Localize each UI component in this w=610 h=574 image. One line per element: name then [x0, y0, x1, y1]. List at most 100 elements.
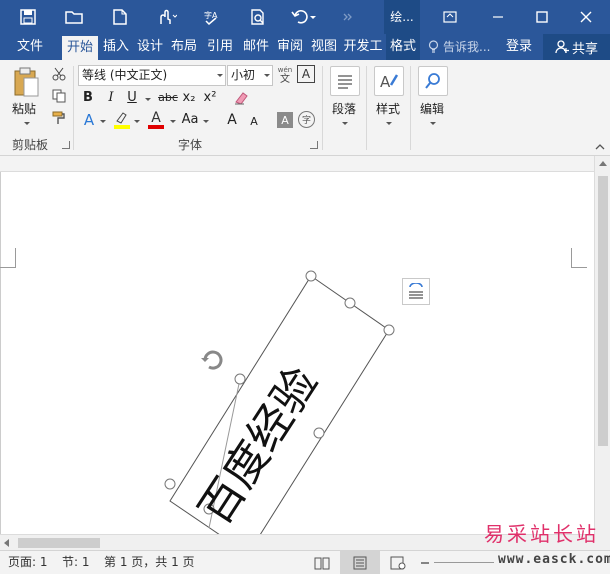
tab-design[interactable]: 设计: [134, 34, 166, 60]
horizontal-scroll-thumb[interactable]: [18, 538, 100, 548]
resize-handle-right-mid[interactable]: [313, 427, 325, 439]
superscript-button[interactable]: x²: [202, 88, 218, 108]
tab-references[interactable]: 引用: [202, 34, 238, 60]
font-launcher-icon[interactable]: [310, 141, 318, 149]
clear-formatting-icon[interactable]: [232, 89, 250, 107]
change-case-dropdown-icon[interactable]: [203, 120, 209, 123]
font-name-dropdown-icon[interactable]: [217, 74, 223, 77]
highlight-dropdown-icon[interactable]: [134, 120, 140, 123]
maximize-icon[interactable]: [522, 0, 562, 34]
subscript-button[interactable]: x₂: [181, 88, 197, 108]
print-layout-icon[interactable]: [340, 551, 380, 574]
status-page[interactable]: 页面: 1: [8, 551, 48, 574]
paste-label[interactable]: 粘贴: [12, 100, 36, 117]
paste-dropdown-icon[interactable]: [24, 122, 30, 125]
strikethrough-button[interactable]: abc: [157, 88, 179, 108]
underline-button[interactable]: U: [124, 88, 140, 108]
vertical-scroll-thumb[interactable]: [598, 176, 608, 446]
styles-dropdown-icon[interactable]: [386, 122, 392, 125]
tab-view[interactable]: 视图: [308, 34, 340, 60]
layout-options-icon[interactable]: [402, 278, 430, 305]
sign-in-link[interactable]: 登录: [506, 34, 532, 60]
tab-format[interactable]: 格式: [386, 34, 420, 60]
rotated-textbox[interactable]: 百度经验: [150, 262, 410, 534]
italic-button[interactable]: I: [104, 88, 118, 108]
font-size-value: 小初: [231, 68, 256, 82]
font-size-dropdown-icon[interactable]: [264, 74, 270, 77]
resize-handle-left[interactable]: [164, 478, 176, 490]
collapse-ribbon-icon[interactable]: [594, 142, 606, 152]
paragraph-dropdown-icon[interactable]: [342, 122, 348, 125]
font-name-combo[interactable]: 等线 (中文正文): [78, 65, 226, 86]
page-corner-mark-left: [0, 248, 16, 268]
tab-insert[interactable]: 插入: [100, 34, 132, 60]
context-tab-title[interactable]: 绘...: [384, 0, 420, 34]
rotate-handle-icon[interactable]: [201, 350, 223, 370]
zoom-slider[interactable]: [434, 562, 494, 563]
enclose-characters-button[interactable]: 字: [298, 111, 315, 128]
change-case-button[interactable]: Aa: [180, 110, 200, 130]
copy-icon[interactable]: [50, 88, 68, 104]
tab-home[interactable]: 开始: [62, 36, 98, 60]
tab-mailings[interactable]: 邮件: [240, 34, 272, 60]
character-shading-button[interactable]: A: [277, 112, 293, 128]
font-group-label: 字体: [178, 138, 203, 152]
shrink-font-button[interactable]: A: [248, 112, 260, 132]
tab-developer[interactable]: 开发工: [342, 34, 384, 60]
paragraph-button[interactable]: [330, 66, 360, 96]
textbox-text[interactable]: 百度经验: [190, 358, 329, 533]
resize-handle-left-mid[interactable]: [234, 373, 246, 385]
clipboard-launcher-icon[interactable]: [62, 141, 70, 149]
ribbon-display-icon[interactable]: [430, 0, 470, 34]
font-color-button[interactable]: A: [146, 110, 166, 130]
resize-handle-top-mid[interactable]: [344, 297, 356, 309]
status-page-count[interactable]: 第 1 页，共 1 页: [104, 551, 195, 574]
vertical-scrollbar[interactable]: [594, 156, 610, 534]
character-border-button[interactable]: A: [297, 65, 315, 83]
text-effects-dropdown-icon[interactable]: [100, 120, 106, 123]
share-label: 共享: [571, 41, 598, 57]
zoom-out-icon[interactable]: [418, 552, 432, 574]
grow-font-button[interactable]: A: [225, 110, 239, 130]
close-icon[interactable]: [566, 0, 606, 34]
scroll-left-icon[interactable]: [4, 539, 9, 547]
styles-label[interactable]: 样式: [376, 100, 400, 117]
tab-layout[interactable]: 布局: [168, 34, 200, 60]
save-icon[interactable]: [12, 0, 44, 34]
tab-file[interactable]: 文件: [6, 34, 54, 60]
bold-button[interactable]: B: [80, 88, 96, 108]
tell-me-placeholder: 告诉我...: [443, 40, 491, 54]
underline-dropdown-icon[interactable]: [145, 98, 151, 101]
new-document-icon[interactable]: [104, 0, 136, 34]
text-effects-button[interactable]: A: [80, 110, 98, 130]
status-section[interactable]: 节: 1: [62, 551, 90, 574]
paste-icon[interactable]: [8, 64, 44, 100]
editing-dropdown-icon[interactable]: [430, 122, 436, 125]
minimize-icon[interactable]: [478, 0, 518, 34]
font-color-dropdown-icon[interactable]: [170, 120, 176, 123]
resize-handle-right[interactable]: [383, 324, 395, 336]
highlight-color-icon[interactable]: [112, 110, 132, 130]
open-folder-icon[interactable]: [58, 0, 90, 34]
format-painter-icon[interactable]: [50, 110, 68, 126]
tab-review[interactable]: 审阅: [274, 34, 306, 60]
redo-more-icon[interactable]: [332, 0, 364, 34]
resize-handle-top[interactable]: [305, 270, 317, 282]
font-size-combo[interactable]: 小初: [227, 65, 273, 86]
print-preview-icon[interactable]: [242, 0, 274, 34]
tell-me-search[interactable]: 告诉我...: [428, 34, 490, 60]
phonetic-guide-button[interactable]: wén 文: [276, 64, 294, 86]
cut-icon[interactable]: [50, 66, 68, 82]
spelling-check-icon[interactable]: 字A: [196, 0, 228, 34]
web-layout-icon[interactable]: [384, 552, 412, 574]
read-mode-icon[interactable]: [308, 552, 336, 574]
styles-button[interactable]: A: [374, 66, 404, 96]
share-button[interactable]: 共享: [543, 34, 610, 60]
editing-label[interactable]: 编辑: [420, 100, 444, 117]
touch-mode-icon[interactable]: [150, 0, 182, 34]
watermark-text: 易采站长站: [484, 522, 599, 546]
editing-button[interactable]: [418, 66, 448, 96]
paragraph-label[interactable]: 段落: [332, 100, 356, 117]
scroll-up-icon[interactable]: [599, 161, 607, 166]
undo-icon[interactable]: [288, 0, 320, 34]
